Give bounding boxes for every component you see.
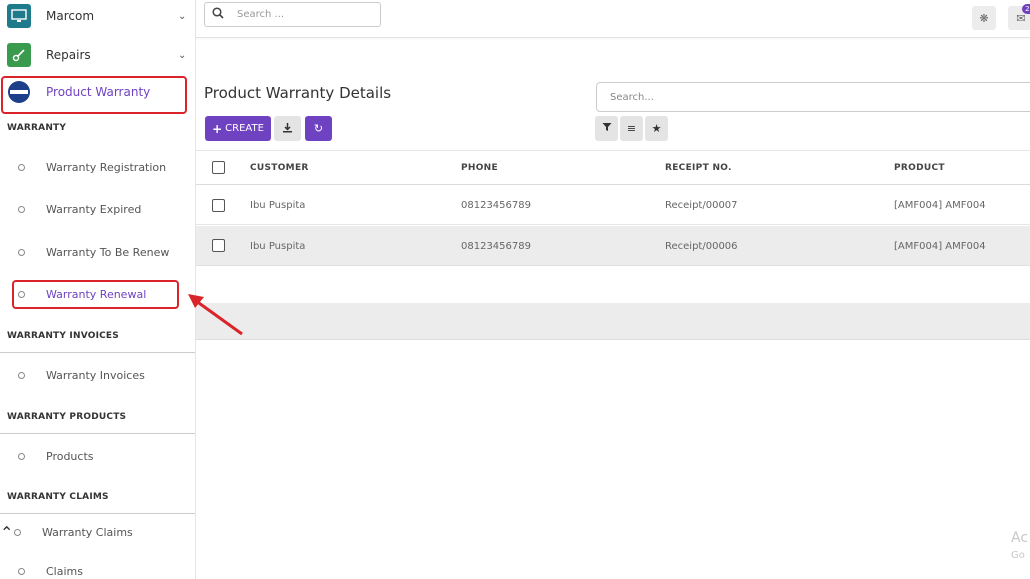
sidebar-app-label: Marcom — [46, 9, 95, 23]
cell-customer: Ibu Puspita — [250, 200, 306, 211]
circle-icon — [18, 452, 25, 460]
cell-receipt: Receipt/00006 — [665, 241, 738, 252]
annotation-arrow-icon — [188, 294, 243, 336]
chevron-down-icon[interactable]: ⌄ — [178, 50, 186, 61]
page-title: Product Warranty Details — [204, 84, 392, 102]
column-header-customer[interactable]: CUSTOMER — [250, 163, 309, 173]
refresh-button[interactable]: ↻ — [305, 116, 332, 141]
highlight-box — [12, 280, 179, 309]
sidebar-app-marcom[interactable]: Marcom ⌄ — [0, 0, 195, 34]
global-search-input[interactable]: Search ... — [204, 2, 381, 27]
search-input[interactable]: Search... — [596, 82, 1030, 112]
monitor-icon — [7, 4, 31, 28]
create-button[interactable]: + CREATE — [205, 116, 271, 141]
create-label: CREATE — [225, 123, 264, 134]
select-all-checkbox[interactable] — [212, 161, 225, 174]
cell-product: [AMF004] AMF004 — [894, 241, 986, 252]
section-title-warranty-claims: WARRANTY CLAIMS — [7, 492, 109, 502]
sidebar-item-claims[interactable]: Claims — [0, 560, 195, 579]
sidebar: Marcom ⌄ Repairs ⌄ Product Warranty WARR… — [0, 0, 196, 579]
app-window: Marcom ⌄ Repairs ⌄ Product Warranty WARR… — [0, 0, 1030, 579]
row-checkbox[interactable] — [212, 199, 225, 212]
topbar: Search ... ❋ ✉ 28 — [196, 0, 1030, 38]
section-title-warranty-products: WARRANTY PRODUCTS — [7, 412, 127, 422]
circle-icon — [18, 163, 25, 171]
activation-watermark: Ac — [1011, 530, 1029, 546]
divider — [0, 352, 195, 353]
section-title-warranty-invoices: WARRANTY INVOICES — [7, 331, 119, 341]
filter-icon — [602, 122, 612, 135]
circle-icon — [14, 528, 21, 536]
search-placeholder: Search ... — [237, 9, 285, 20]
sidebar-item-label: Warranty Expired — [46, 202, 142, 216]
cell-phone: 08123456789 — [461, 200, 531, 211]
cell-phone: 08123456789 — [461, 241, 531, 252]
list-icon: ≡ — [626, 122, 637, 135]
circle-icon — [18, 567, 25, 575]
column-header-phone[interactable]: PHONE — [461, 163, 498, 173]
sidebar-item-warranty-to-be-renew[interactable]: Warranty To Be Renew — [0, 241, 195, 263]
circle-icon — [18, 248, 25, 256]
favorites-button[interactable]: ★ — [645, 116, 668, 141]
sidebar-item-label: Claims — [46, 564, 83, 578]
table-footer — [196, 303, 1030, 340]
table-row[interactable]: Ibu Puspita 08123456789 Receipt/00007 [A… — [196, 185, 1030, 225]
cell-product: [AMF004] AMF004 — [894, 200, 986, 211]
plus-icon: + — [212, 121, 223, 136]
debug-icon[interactable]: ❋ — [972, 6, 996, 30]
group-by-button[interactable]: ≡ — [620, 116, 643, 141]
cell-customer: Ibu Puspita — [250, 241, 306, 252]
sidebar-item-warranty-invoices[interactable]: Warranty Invoices — [0, 364, 195, 386]
column-header-receipt-no[interactable]: RECEIPT NO. — [665, 163, 732, 173]
column-header-product[interactable]: PRODUCT — [894, 163, 945, 173]
activation-watermark-sub: Go — [1011, 550, 1025, 561]
search-placeholder: Search... — [610, 92, 654, 103]
sidebar-app-label: Repairs — [46, 48, 91, 62]
download-icon — [282, 122, 293, 136]
star-icon: ★ — [651, 122, 662, 135]
highlight-box — [1, 76, 187, 114]
filter-button[interactable] — [595, 116, 618, 141]
chevron-up-icon[interactable]: ⌃ — [0, 523, 13, 542]
circle-icon — [18, 371, 25, 379]
search-icon — [212, 7, 224, 22]
sidebar-item-warranty-claims[interactable]: Warranty Claims ⌃ — [0, 521, 195, 543]
sidebar-item-warranty-registration[interactable]: Warranty Registration — [0, 156, 195, 178]
sidebar-item-products[interactable]: Products — [0, 445, 195, 467]
cell-receipt: Receipt/00007 — [665, 200, 738, 211]
table-header-row: CUSTOMER PHONE RECEIPT NO. PRODUCT — [196, 150, 1030, 185]
sidebar-item-label: Products — [46, 449, 94, 463]
table-row[interactable]: Ibu Puspita 08123456789 Receipt/00006 [A… — [196, 226, 1030, 266]
chevron-down-icon[interactable]: ⌄ — [178, 11, 186, 22]
repair-icon — [7, 43, 31, 67]
sidebar-item-label: Warranty Registration — [46, 160, 167, 174]
divider — [0, 513, 195, 514]
sidebar-item-warranty-expired[interactable]: Warranty Expired — [0, 198, 195, 220]
sidebar-item-label: Warranty Claims — [42, 525, 133, 539]
row-checkbox[interactable] — [212, 239, 225, 252]
sidebar-app-repairs[interactable]: Repairs ⌄ — [0, 37, 195, 73]
refresh-icon: ↻ — [313, 122, 324, 135]
download-button[interactable] — [274, 116, 301, 141]
sidebar-item-label: Warranty To Be Renew — [46, 245, 170, 259]
divider — [0, 433, 195, 434]
notification-badge: 28 — [1022, 4, 1030, 14]
chat-button[interactable]: ✉ 28 — [1008, 4, 1030, 30]
circle-icon — [18, 205, 25, 213]
sidebar-item-label: Warranty Invoices — [46, 368, 145, 382]
section-title-warranty: WARRANTY — [7, 123, 67, 133]
